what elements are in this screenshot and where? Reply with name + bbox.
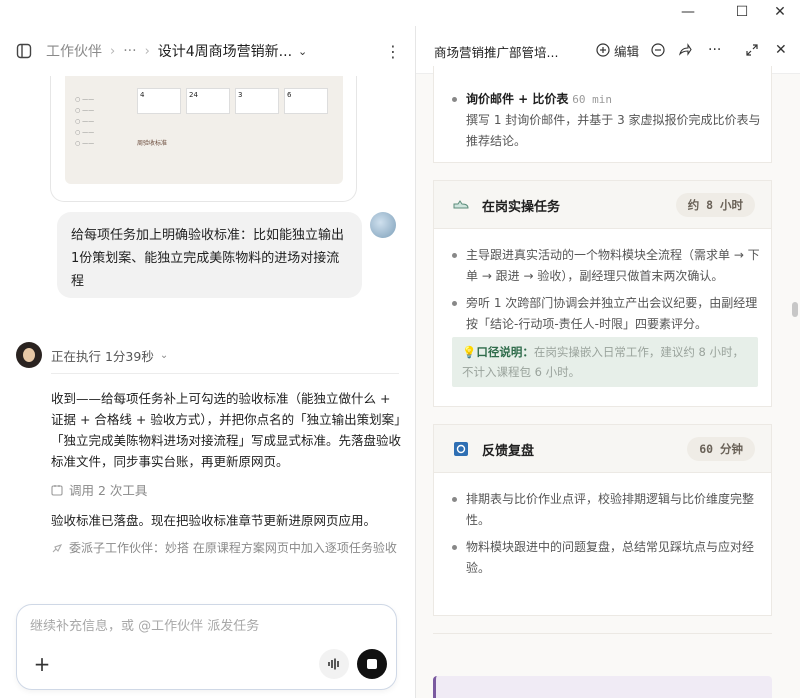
item-title: 询价邮件 + 比价表 (466, 92, 569, 106)
dispatch-text: 委派子工作伙伴：妙搭 在原课程方案网页中加入逐项任务验收 (69, 541, 397, 555)
lightbulb-icon: 💡 (462, 345, 477, 359)
page-preview-thumbnail[interactable]: ○ —— ○ —— ○ —— ○ —— ○ —— 4 24 3 6 周验收标准 (50, 76, 357, 202)
note-label: 口径说明： (476, 345, 534, 359)
expand-button[interactable] (746, 40, 758, 60)
preview-stat: 24 (186, 88, 230, 114)
plus-icon: + (33, 652, 51, 676)
maximize-button[interactable]: ☐ (722, 0, 762, 24)
scrollbar-thumb[interactable] (792, 302, 798, 317)
stop-icon (367, 659, 377, 669)
status-text: 正在执行 1分39秒 (51, 349, 154, 364)
breadcrumb-current[interactable]: 设计4周商场营销新... (158, 41, 292, 61)
divider (51, 373, 399, 374)
chat-header: 工作伙伴 › ··· › 设计4周商场营销新... ⌄ ⋮ (0, 26, 415, 76)
card-header: 反馈复盘 60 分钟 (434, 425, 771, 473)
tool-calls-summary[interactable]: 调用 2 次工具 (51, 480, 147, 499)
voice-wave-icon (328, 658, 339, 670)
subagent-dispatch[interactable]: 委派子工作伙伴：妙搭 在原课程方案网页中加入逐项任务验收 (51, 539, 401, 556)
chevron-right-icon: › (144, 43, 150, 59)
card-title: 反馈复盘 (482, 444, 535, 459)
tool-icon (51, 484, 63, 496)
chevron-down-icon: ⌄ (159, 350, 169, 361)
preview-stat: 4 (137, 88, 181, 114)
list-item: 旁听 1 次跨部门协调会并独立产出会议纪要，由副经理按「结论-行动项-责任人-时… (452, 293, 762, 335)
edit-label: 编辑 (614, 43, 640, 59)
more-options-icon[interactable]: ··· (708, 40, 721, 60)
window-titlebar: — ☐ ✕ (0, 0, 800, 26)
message-composer: + (16, 604, 397, 690)
stop-generation-button[interactable] (357, 649, 387, 679)
breadcrumb-root[interactable]: 工作伙伴 (46, 41, 102, 61)
close-icon: ✕ (775, 42, 787, 58)
item-description: 撰写 1 封询价邮件，并基于 3 家虚拟报价完成比价表与推荐结论。 (466, 113, 761, 148)
item-duration: 60 min (572, 93, 612, 106)
preview-stat: 3 (235, 88, 279, 114)
close-icon: ✕ (774, 4, 786, 20)
dispatch-icon (52, 543, 63, 552)
scope-note: 💡口径说明：在岗实操嵌入日常工作，建议约 8 小时，不计入课程包 6 小时。 (452, 337, 758, 387)
minimize-button[interactable]: — (668, 0, 708, 24)
preview-stat: 6 (284, 88, 328, 114)
agent-avatar (16, 342, 42, 368)
expand-icon (746, 44, 758, 56)
close-window-button[interactable]: ✕ (760, 0, 800, 24)
section-card-onsite: 在岗实操任务 约 8 小时 主导跟进真实活动的一个物料模块全流程（需求单 → 下… (433, 180, 772, 407)
breadcrumb: 工作伙伴 › ··· › 设计4周商场营销新... ⌄ (46, 41, 307, 61)
share-button[interactable] (678, 40, 692, 60)
list-item: 排期表与比价作业点评，校验排期逻辑与比价维度完整性。 (452, 489, 762, 531)
document-title: 商场营销推广部管培... (434, 45, 559, 60)
preview-canvas: ○ —— ○ —— ○ —— ○ —— ○ —— 4 24 3 6 周验收标准 (65, 76, 343, 184)
list-item: 询价邮件 + 比价表 60 min 撰写 1 封询价邮件，并基于 3 家虚拟报价… (452, 89, 762, 152)
add-circle-icon (596, 43, 610, 57)
section-card-review: 反馈复盘 60 分钟 排期表与比价作业点评，校验排期逻辑与比价维度完整性。 物料… (433, 424, 772, 616)
preview-checklist: ○ —— ○ —— ○ —— ○ —— ○ —— (75, 96, 95, 147)
card-header: 在岗实操任务 约 8 小时 (434, 181, 771, 229)
duration-badge: 约 8 小时 (675, 193, 755, 217)
review-icon (452, 440, 470, 458)
document-pane: 商场营销推广部管培... 编辑 ··· ✕ 询价邮件 + 比价表 60 min … (416, 26, 800, 698)
next-section-card (433, 676, 772, 698)
list-item: 物料模块跟进中的问题复盘，总结常见踩坑点与应对经验。 (452, 537, 762, 579)
share-icon (678, 43, 692, 56)
more-options-icon[interactable]: ⋮ (382, 40, 404, 62)
sidebar-toggle-icon[interactable] (13, 40, 35, 62)
edit-button[interactable]: 编辑 (596, 40, 639, 60)
task-card-partial: 询价邮件 + 比价表 60 min 撰写 1 封询价邮件，并基于 3 家虚拟报价… (433, 66, 772, 163)
voice-input-button[interactable] (319, 649, 349, 679)
minimize-icon: — (681, 4, 695, 20)
card-title: 在岗实操任务 (482, 200, 561, 215)
section-divider (433, 633, 772, 634)
chat-pane: 工作伙伴 › ··· › 设计4周商场营销新... ⌄ ⋮ ○ —— ○ —— ○ … (0, 26, 415, 698)
minus-circle-icon (651, 43, 665, 57)
agent-message: 收到——给每项任务补上可勾选的验收标准（能独立做什么 + 证据 + 合格线 + … (51, 391, 402, 469)
tool-calls-label: 调用 2 次工具 (69, 483, 148, 498)
execution-status[interactable]: 正在执行 1分39秒 ⌄ (51, 346, 168, 365)
maximize-icon: ☐ (735, 4, 749, 20)
shoe-icon (452, 196, 470, 214)
user-message: 给每项任务加上明确验收标准：比如能独立输出1份策划案、能独立完成美陈物料的进场对… (57, 212, 362, 298)
chevron-down-icon[interactable]: ⌄ (298, 45, 307, 58)
chevron-right-icon: › (110, 43, 116, 59)
close-panel-button[interactable]: ✕ (775, 40, 787, 60)
minus-circle-button[interactable] (651, 40, 665, 60)
add-attachment-button[interactable]: + (31, 652, 53, 676)
list-item: 主导跟进真实活动的一个物料模块全流程（需求单 → 下单 → 跟进 → 验收），副… (452, 245, 762, 287)
preview-caption: 周验收标准 (137, 140, 168, 147)
agent-progress-message: 验收标准已落盘。现在把验收标准章节更新进原网页应用。 (51, 513, 377, 528)
user-avatar (370, 212, 396, 238)
message-input[interactable] (30, 619, 380, 634)
breadcrumb-ellipsis[interactable]: ··· (123, 43, 136, 59)
duration-badge: 60 分钟 (687, 437, 755, 461)
